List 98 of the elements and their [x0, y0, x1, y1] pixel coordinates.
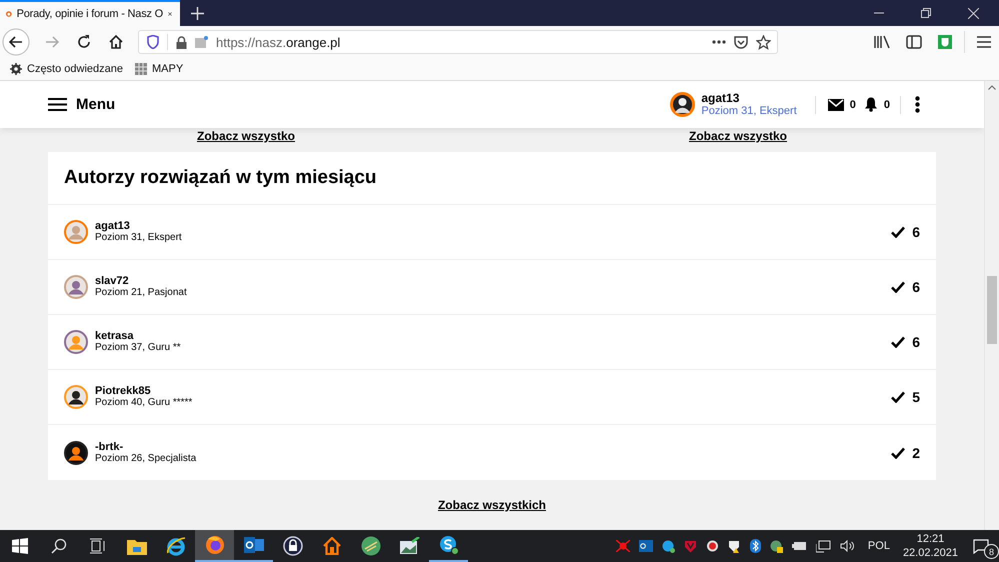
check-icon [891, 391, 906, 403]
author-rank: Poziom 26, Specjalista [95, 452, 196, 464]
search-icon[interactable] [51, 538, 67, 554]
author-row[interactable]: agat13 Poziom 31, Ekspert 6 [48, 205, 936, 260]
home-icon[interactable] [108, 34, 124, 50]
check-icon [891, 446, 906, 458]
shield-warning-icon[interactable] [728, 540, 741, 552]
solution-count: 2 [912, 444, 920, 460]
author-name[interactable]: slav72 [95, 275, 187, 287]
url-text: https://nasz.orange.pl [216, 34, 340, 50]
author-name[interactable]: ketrasa [95, 330, 181, 342]
reload-icon[interactable] [76, 34, 92, 50]
author-rank: Poziom 37, Guru ** [95, 342, 181, 354]
menu-button[interactable]: Menu [48, 96, 116, 113]
library-icon[interactable] [874, 35, 890, 49]
browser-tab[interactable]: Porady, opinie i forum - Nasz O [0, 0, 180, 26]
author-rank: Poziom 21, Pasjonat [95, 287, 187, 299]
battery-icon[interactable] [792, 541, 807, 551]
task-view-icon[interactable] [90, 538, 106, 554]
clock-date: 22.02.2021 [902, 546, 958, 560]
padlock-icon [176, 36, 187, 48]
notification-count: 0 [884, 98, 890, 110]
avatar-icon [64, 440, 88, 464]
browser-e-icon [166, 536, 186, 556]
gear-icon [10, 63, 22, 75]
more-icon[interactable] [712, 40, 726, 44]
house-icon [322, 537, 340, 555]
scroll-up-icon[interactable] [988, 85, 996, 90]
page-icon [195, 36, 208, 48]
scroll-thumb[interactable] [987, 276, 997, 344]
new-tab-icon[interactable] [191, 6, 204, 20]
message-count: 0 [850, 98, 856, 110]
user-level: Poziom 31, Ekspert [701, 104, 797, 118]
solution-count: 6 [912, 224, 920, 240]
folder-icon [126, 538, 146, 554]
windows-start-icon[interactable] [12, 538, 28, 554]
kebab-menu-icon[interactable] [915, 96, 920, 113]
check-icon [891, 336, 906, 348]
shield-icon[interactable] [147, 35, 159, 49]
check-icon [891, 281, 906, 293]
author-row[interactable]: ketrasa Poziom 37, Guru ** 6 [48, 315, 936, 370]
speaker-icon[interactable] [840, 540, 855, 552]
disc-app-icon [360, 536, 380, 556]
scrollbar[interactable] [984, 81, 999, 530]
badge-icon[interactable] [706, 540, 719, 552]
solution-count: 6 [912, 279, 920, 295]
skype-icon[interactable] [662, 540, 675, 552]
see-all-link[interactable]: Zobacz wszystko [492, 129, 984, 143]
mail-app-icon[interactable] [638, 540, 653, 552]
shield-icon[interactable] [684, 540, 697, 552]
skype-icon [438, 535, 458, 555]
author-rank: Poziom 40, Guru ***** [95, 397, 192, 409]
avatar-icon [64, 385, 88, 409]
author-row[interactable]: Piotrekk85 Poziom 40, Guru ***** 5 [48, 370, 936, 425]
user-profile[interactable]: agat13 Poziom 31, Ekspert [670, 92, 797, 118]
author-name[interactable]: Piotrekk85 [95, 385, 192, 397]
avatar-icon [64, 275, 88, 299]
solution-count: 6 [912, 334, 920, 350]
author-name[interactable]: -brtk- [95, 440, 196, 452]
see-all-link[interactable]: Zobacz wszystko [0, 129, 492, 143]
sidebar-icon[interactable] [906, 35, 922, 49]
check-icon [891, 226, 906, 238]
restore-icon[interactable] [921, 8, 931, 18]
author-name[interactable]: agat13 [95, 220, 182, 232]
see-all-link[interactable]: Zobacz wszystkich [438, 498, 546, 512]
clock-time: 12:21 [916, 532, 944, 546]
address-bar[interactable]: https://nasz.orange.pl [138, 30, 778, 54]
mail-icon[interactable] [828, 98, 844, 110]
username: agat13 [701, 92, 740, 104]
bluetooth-icon[interactable] [750, 539, 761, 553]
author-rank: Poziom 31, Ekspert [95, 232, 182, 244]
author-row[interactable]: -brtk- Poziom 26, Specjalista 2 [48, 425, 936, 480]
back-icon[interactable] [2, 28, 30, 56]
author-row[interactable]: slav72 Poziom 21, Pasjonat 6 [48, 260, 936, 315]
notification-badge: 8 [984, 544, 999, 559]
mail-app-icon [244, 536, 264, 554]
solution-count: 5 [912, 389, 920, 405]
bell-icon[interactable] [864, 97, 878, 112]
avatar-icon [64, 330, 88, 354]
extension-icon[interactable] [938, 35, 952, 49]
fox-browser-icon [204, 535, 224, 555]
menu-icon[interactable] [977, 36, 991, 48]
bookmark[interactable]: Często odwiedzane [10, 63, 124, 75]
speech-bubble-icon [973, 538, 989, 554]
avatar-icon [64, 220, 88, 244]
menu-icon [48, 98, 67, 111]
padlock-app-icon [282, 536, 302, 556]
grid-icon [135, 63, 148, 75]
card-title: Autorzy rozwiązań w tym miesiącu [48, 152, 936, 205]
clock[interactable]: 12:21 22.02.2021 [902, 532, 958, 560]
network-icon[interactable] [816, 540, 831, 552]
close-icon[interactable] [968, 8, 979, 18]
bookmark[interactable]: MAPY [135, 63, 184, 75]
pocket-icon[interactable] [734, 36, 748, 48]
image-app-icon [400, 537, 420, 555]
avatar-icon [670, 92, 696, 117]
star-icon[interactable] [756, 34, 771, 50]
language-indicator[interactable]: POL [868, 540, 890, 552]
